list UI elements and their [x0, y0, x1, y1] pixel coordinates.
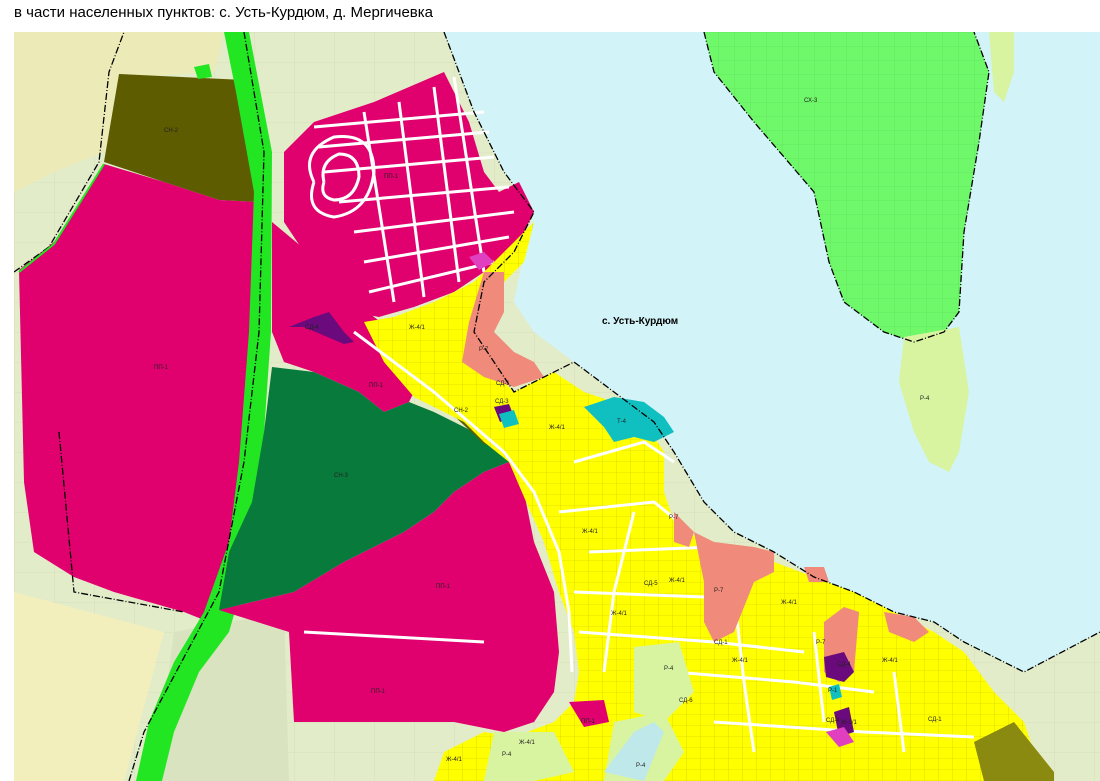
- label-r4-d: Р-4: [636, 763, 646, 769]
- label-sd1-a: СД-1: [496, 381, 510, 387]
- label-pp1-e: ПП-1: [371, 689, 386, 695]
- label-r4-b: Р-4: [664, 666, 674, 672]
- label-sd5: СД-5: [644, 581, 658, 587]
- label-pp1-b: ПП-1: [384, 174, 399, 180]
- label-shx3: СХ-3: [804, 98, 818, 104]
- label-r7-c: Р-7: [714, 588, 724, 594]
- label-zh41-c: Ж-4/1: [582, 529, 599, 535]
- label-zh21: Ж-2/1: [841, 720, 858, 726]
- label-pp1-d: ПП-1: [436, 584, 451, 590]
- label-zh41-b: Ж-4/1: [549, 425, 566, 431]
- label-r7-a: Р-7: [479, 347, 489, 353]
- zoning-map[interactable]: СН-2 СН-2 СН-3 СХ-3 ПП-1 ПП-1 ПП-1 ПП-1 …: [14, 32, 1100, 781]
- label-pp1-f: ПП-1: [581, 719, 596, 725]
- label-sd3: СД-3: [495, 399, 509, 405]
- label-sh2: СН-2: [164, 128, 179, 134]
- map-caption: в части населенных пунктов: с. Усть-Курд…: [14, 4, 434, 21]
- label-sd6: СД-6: [679, 698, 693, 704]
- label-sd4-b: СД-4: [837, 662, 851, 668]
- label-pp1-c: ПП-1: [369, 383, 384, 389]
- map-canvas: СН-2 СН-2 СН-3 СХ-3 ПП-1 ПП-1 ПП-1 ПП-1 …: [14, 32, 1100, 781]
- label-sd4-a: СД-4: [305, 325, 319, 331]
- label-zh41-i: Ж-4/1: [446, 757, 463, 763]
- label-r4-c: Р-4: [502, 752, 512, 758]
- label-pp1-a: ПП-1: [154, 365, 169, 371]
- place-name-label: с. Усть-Курдюм: [602, 316, 678, 327]
- label-r7-b: Р-7: [669, 515, 679, 521]
- label-r4-a: Р-4: [920, 396, 930, 402]
- label-sd1-c: СД-1: [928, 717, 942, 723]
- label-zh41-f: Ж-4/1: [781, 600, 798, 606]
- label-r7-d: Р-7: [816, 640, 826, 646]
- label-t4: Т-4: [617, 419, 627, 425]
- label-zh41-d: Ж-4/1: [669, 578, 686, 584]
- label-zh41-a: Ж-4/1: [409, 325, 426, 331]
- label-sd1-b: СД-1: [714, 640, 728, 646]
- label-zh41-h: Ж-4/1: [882, 658, 899, 664]
- label-sh2-b: СН-2: [454, 408, 469, 414]
- label-zh41-e: Ж-4/1: [611, 611, 628, 617]
- label-zh41-g: Ж-4/1: [732, 658, 749, 664]
- label-zh41-j: Ж-4/1: [519, 740, 536, 746]
- label-sh3: СН-3: [334, 473, 349, 479]
- label-r1: Р-1: [828, 688, 838, 694]
- label-sd4-c: СД-4: [826, 718, 840, 724]
